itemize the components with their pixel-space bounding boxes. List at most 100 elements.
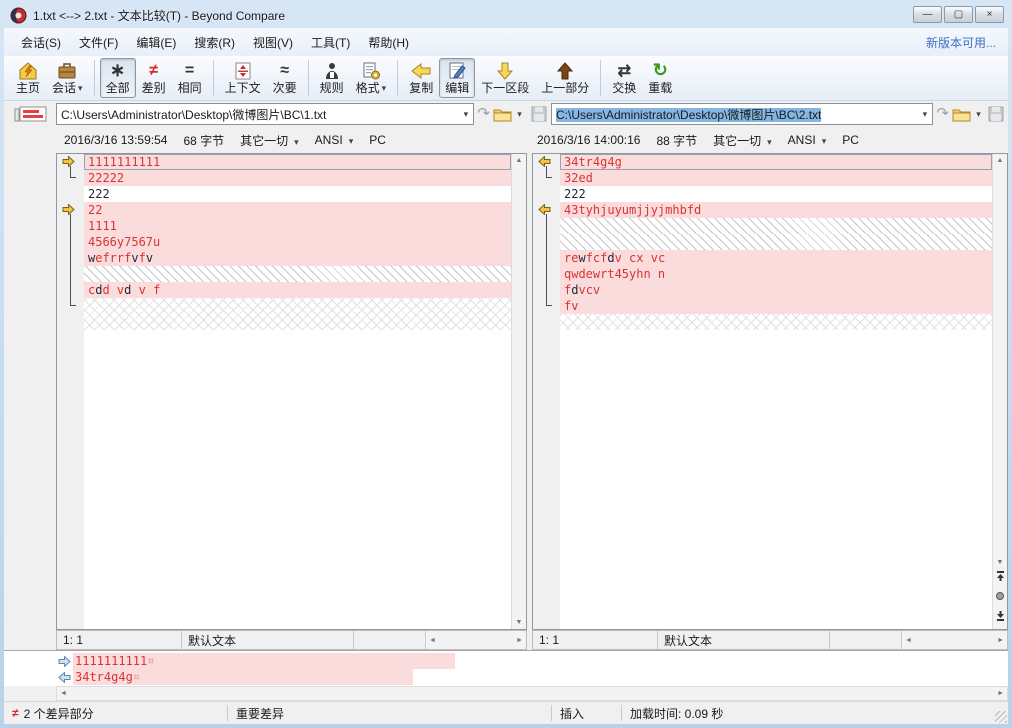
left-browse-folder-icon[interactable] [493,107,512,122]
scroll-up-icon[interactable]: ▲ [516,157,523,164]
next-difference-button[interactable] [994,607,1007,625]
scroll-down-icon[interactable]: ▼ [516,619,523,626]
left-horizontal-scrollbar[interactable]: ◄ ► [426,631,526,649]
detail-row[interactable]: 1111111111¤ [58,653,1008,669]
right-text-area[interactable]: 34tr4g4g32ed22243tyhjuyumjjyjmhbfd rewfcf… [560,154,992,629]
session-type-box [10,105,56,123]
right-horizontal-scrollbar[interactable]: ◄ ► [902,631,1007,649]
right-save-icon[interactable] [988,106,1004,122]
toolbar-button-minor[interactable]: ≈次要 [267,58,303,98]
toolbar-button-format[interactable]: 格式▾ [350,58,393,98]
left-path-combo[interactable]: C:\Users\Administrator\Desktop\微博图片\BC\1… [56,103,474,125]
resize-grip[interactable] [995,711,1007,723]
gap-line [560,218,992,234]
text-line[interactable]: rewfcfdv cx vc [560,250,992,266]
text-line[interactable]: 1111 [84,218,511,234]
toolbar-button-prev-part[interactable]: 上一部分 [535,58,595,98]
toolbar-button-same[interactable]: =相同 [172,58,208,98]
text-line[interactable]: fdvcv [560,282,992,298]
toolbar-separator [397,60,398,96]
path-row: C:\Users\Administrator\Desktop\微博图片\BC\1… [4,101,1008,127]
maximize-button[interactable]: ▢ [944,6,973,23]
right-vertical-scrollbar[interactable]: ▲ ▼ [992,154,1007,629]
minimize-button[interactable]: — [913,6,942,23]
scroll-down-icon[interactable]: ▼ [997,559,1004,566]
right-browse-caret-icon[interactable]: ▾ [971,109,986,120]
right-path-text: C:\Users\Administrator\Desktop\微博图片\BC\2… [552,106,917,123]
toolbar-button-swap[interactable]: ⇄交换 [606,58,642,98]
menu-item-3[interactable]: 搜索(R) [185,29,244,56]
left-save-icon[interactable] [531,106,547,122]
left-encoding-dropdown[interactable]: ANSI▾ [315,133,354,147]
menu-items: 会话(S)文件(F)编辑(E)搜索(R)视图(V)工具(T)帮助(H) [12,29,418,56]
left-cursor-position: 1: 1 [57,631,182,649]
menu-item-0[interactable]: 会话(S) [12,29,70,56]
text-line[interactable]: qwdewrt45yhn n [560,266,992,282]
section-bracket [70,214,76,306]
diff-count-text: 2 个差异部分 [24,705,94,722]
caret-down-icon[interactable]: ▾ [78,81,83,96]
toolbar-button-edit[interactable]: 编辑 [439,58,475,98]
toolbar-button-context[interactable]: 上下文 [219,58,267,98]
center-diff-icon [995,591,1005,601]
right-sync-icon[interactable]: ↷ [936,106,949,122]
menu-item-1[interactable]: 文件(F) [70,29,127,56]
menu-item-5[interactable]: 工具(T) [302,29,359,56]
title-bar[interactable]: 1.txt <--> 2.txt - 文本比较(T) - Beyond Comp… [4,0,1008,28]
left-gutter [57,154,84,629]
left-path-caret-icon[interactable]: ▾ [458,109,473,120]
left-vertical-scrollbar[interactable]: ▲ ▼ [511,154,526,629]
left-syntax-format: 默认文本 [182,631,354,649]
menu-item-2[interactable]: 编辑(E) [127,29,185,56]
text-line[interactable]: 43tyhjuyumjjyjmhbfd [560,202,992,218]
text-line[interactable]: 222 [84,186,511,202]
right-path-caret-icon[interactable]: ▾ [917,109,932,120]
right-browse-folder-icon[interactable] [952,107,971,122]
toolbar-button-copy[interactable]: 复制 [403,58,439,98]
left-browse-caret-icon[interactable]: ▾ [512,109,527,120]
text-line[interactable]: wefrrfvfv [84,250,511,266]
update-available-link[interactable]: 新版本可用... [926,34,1000,51]
right-encoding-dropdown[interactable]: ANSI▾ [788,133,827,147]
rules-icon [322,60,342,81]
diff-icon: ≠ [149,60,158,81]
toolbar-button-rules[interactable]: 规则 [314,58,350,98]
toolbar-button-next-section[interactable]: 下一区段 [475,58,535,98]
toolbar-button-diff[interactable]: ≠差别 [136,58,172,98]
left-file-info: 2016/3/16 13:59:54 68 字节 其它一切▾ ANSI▾ PC [4,132,527,149]
detail-row[interactable]: 34tr4g4g¤ [58,669,1008,685]
close-button[interactable]: × [975,6,1004,23]
toolbar-button-home[interactable]: 主页 [10,58,46,98]
toolbar-button-reload[interactable]: ↻重载 [642,58,678,98]
jump-next-icon [996,611,1005,621]
detail-horizontal-scrollbar[interactable]: ◄ ► [56,686,1008,701]
left-text-area[interactable]: 1111111111222222222211114566y7567uwefrrf… [84,154,511,629]
text-line[interactable]: 1111111111 [84,154,511,170]
right-pane: 34tr4g4g32ed22243tyhjuyumjjyjmhbfd rewfcf… [532,153,1008,630]
previous-difference-button[interactable] [994,567,1007,585]
right-filter-dropdown[interactable]: 其它一切▾ [713,132,772,149]
diff-count-cell: ≠ 2 个差异部分 [4,705,228,721]
text-line[interactable]: 34tr4g4g [560,154,992,170]
text-line[interactable]: 4566y7567u [84,234,511,250]
text-line[interactable]: fv [560,298,992,314]
toolbar-button-session[interactable]: 会话▾ [46,58,89,98]
text-line[interactable]: 22222 [84,170,511,186]
text-line[interactable]: 32ed [560,170,992,186]
menu-item-6[interactable]: 帮助(H) [359,29,418,56]
session-icon [56,60,78,81]
right-modified-time: 2016/3/16 14:00:16 [537,133,640,147]
toolbar-button-all[interactable]: ∗全部 [100,58,136,98]
text-line[interactable]: 222 [560,186,992,202]
right-path-combo[interactable]: C:\Users\Administrator\Desktop\微博图片\BC\2… [551,103,933,125]
menu-item-4[interactable]: 视图(V) [244,29,302,56]
scroll-up-icon[interactable]: ▲ [997,157,1004,164]
caret-down-icon[interactable]: ▾ [382,81,387,96]
center-current-difference-button[interactable] [994,587,1007,605]
left-sync-icon[interactable]: ↷ [477,106,490,122]
left-filter-dropdown[interactable]: 其它一切▾ [240,132,299,149]
text-line[interactable]: cdd vd v f [84,282,511,298]
text-line[interactable]: 22 [84,202,511,218]
menu-bar: 会话(S)文件(F)编辑(E)搜索(R)视图(V)工具(T)帮助(H) 新版本可… [4,28,1008,56]
scroll-left-icon: ◄ [60,690,67,697]
